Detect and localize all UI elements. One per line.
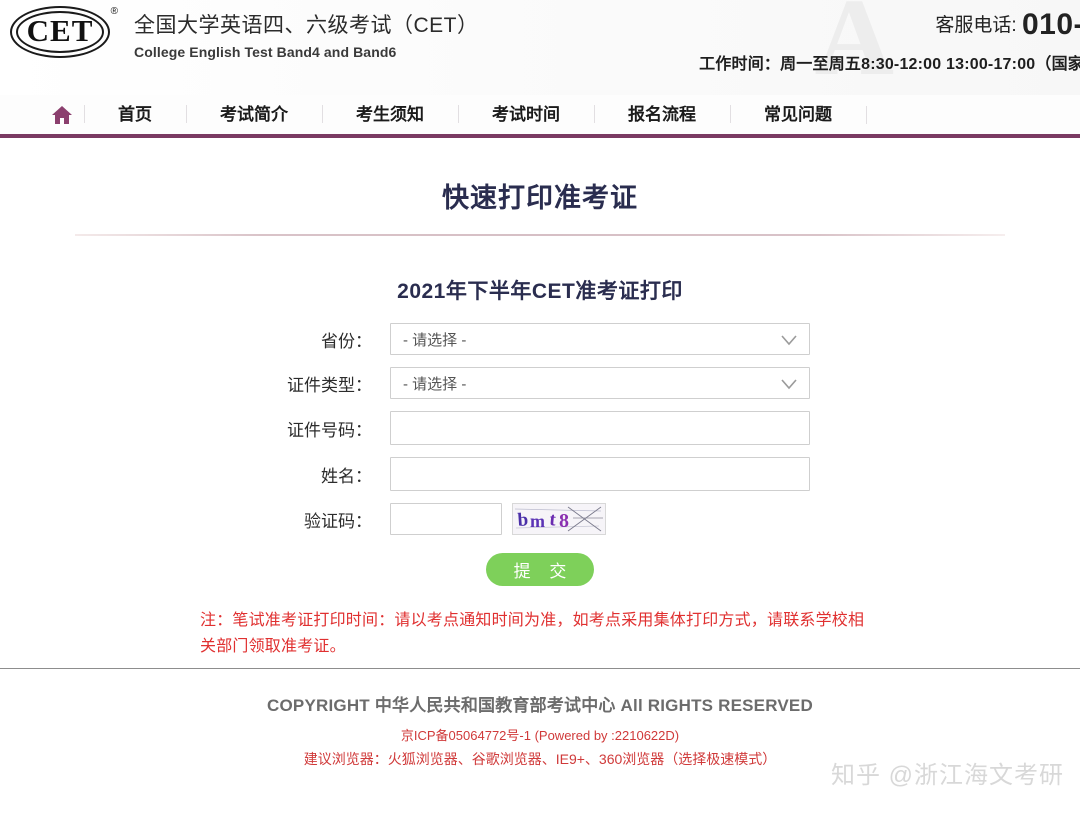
service-phone-number: 010- (1021, 8, 1080, 41)
nav-item-label: 考试简介 (220, 105, 288, 124)
service-phone-line: 客服电话: 010- (699, 8, 1080, 42)
main-content: 快速打印准考证 2021年下半年CET准考证打印 省份： - 请选择 - 证件类… (0, 138, 1080, 668)
form-heading: 2021年下半年CET准考证打印 (397, 280, 683, 303)
province-selected-value: - 请选择 - (403, 331, 467, 349)
nav-item-label: 首页 (118, 105, 152, 124)
province-select[interactable]: - 请选择 - (390, 323, 810, 355)
id-number-input[interactable] (390, 411, 810, 445)
cet-logo: CET ® (8, 4, 120, 62)
nav-item-label: 考试时间 (492, 105, 560, 124)
captcha-input[interactable] (390, 503, 502, 535)
svg-text:8: 8 (559, 510, 569, 532)
name-field-wrap (390, 457, 810, 491)
id-type-selected-value: - 请选择 - (403, 375, 467, 393)
form-row-name: 姓名： (0, 457, 1080, 491)
name-input[interactable] (390, 457, 810, 491)
page-title: 快速打印准考证 (442, 183, 638, 213)
logo-text: CET (26, 13, 94, 48)
name-label: 姓名： (321, 466, 372, 486)
form-row-id-type: 证件类型： - 请选择 - (0, 367, 1080, 399)
print-time-note: 注：笔试准考证打印时间：请以考点通知时间为准，如考点采用集体打印方式，请联系学校… (200, 612, 865, 655)
nav-item-exam-time[interactable]: 考试时间 (458, 95, 594, 134)
work-hours: 工作时间：周一至周五8:30-12:00 13:00-17:00（国家 (699, 56, 1080, 73)
icp-license: 京ICP备05064772号-1 (Powered by :2210622D) (400, 728, 680, 743)
id-type-label: 证件类型： (287, 375, 372, 395)
submit-row: 提 交 (0, 553, 1080, 586)
site-header: A CET ® 全国大学英语四、六级考试（CET） College Englis… (0, 0, 1080, 95)
registered-trademark-icon: ® (110, 6, 118, 17)
form-row-captcha: 验证码： b m t 8 (0, 503, 1080, 535)
brand: CET ® 全国大学英语四、六级考试（CET） College English … (8, 4, 479, 62)
nav-item-label: 报名流程 (628, 105, 696, 124)
form-row-id-number: 证件号码： (0, 411, 1080, 445)
svg-text:m: m (530, 511, 545, 531)
captcha-label: 验证码： (304, 511, 372, 531)
id-number-label: 证件号码： (287, 420, 372, 440)
id-number-field-wrap (390, 411, 810, 445)
nav-item-registration-process[interactable]: 报名流程 (594, 95, 730, 134)
province-field-wrap: - 请选择 - (390, 323, 810, 355)
contact-info: 客服电话: 010- 工作时间：周一至周五8:30-12:00 13:00-17… (699, 8, 1080, 74)
nav-item-candidate-notice[interactable]: 考生须知 (322, 95, 458, 134)
province-label: 省份： (321, 331, 372, 351)
chevron-down-icon (781, 377, 797, 394)
home-icon[interactable] (40, 105, 84, 125)
brand-title-en: College English Test Band4 and Band6 (134, 44, 397, 60)
id-type-select[interactable]: - 请选择 - (390, 367, 810, 399)
nav-divider (866, 105, 867, 124)
submit-button[interactable]: 提 交 (486, 553, 594, 586)
site-footer: COPYRIGHT 中华人民共和国教育部考试中心 All RIGHTS RESE… (0, 668, 1080, 798)
captcha-text: b (517, 509, 529, 531)
form-row-province: 省份： - 请选择 - (0, 323, 1080, 355)
brand-names: 全国大学英语四、六级考试（CET） College English Test B… (134, 4, 479, 60)
title-divider (75, 234, 1005, 236)
captcha-image[interactable]: b m t 8 (512, 503, 606, 535)
id-type-field-wrap: - 请选择 - (390, 367, 810, 399)
nav-item-faq[interactable]: 常见问题 (730, 95, 866, 134)
service-phone-label: 客服电话: (935, 15, 1017, 36)
nav-item-exam-intro[interactable]: 考试简介 (186, 95, 322, 134)
nav-item-label: 考生须知 (356, 105, 424, 124)
main-navigation: 首页 考试简介 考生须知 考试时间 报名流程 常见问题 (0, 95, 1080, 138)
nav-item-label: 常见问题 (764, 105, 832, 124)
watermark: 知乎 @浙江海文考研 (830, 762, 1064, 789)
nav-item-home[interactable]: 首页 (84, 95, 186, 134)
print-admission-ticket-form: 省份： - 请选择 - 证件类型： - 请选择 - 证件号码： 姓名： 验证码：… (0, 323, 1080, 660)
brand-title-cn: 全国大学英语四、六级考试（CET） (134, 14, 479, 37)
copyright-text: COPYRIGHT 中华人民共和国教育部考试中心 All RIGHTS RESE… (267, 696, 813, 715)
chevron-down-icon (781, 333, 797, 350)
captcha-field-wrap: b m t 8 (390, 503, 810, 535)
